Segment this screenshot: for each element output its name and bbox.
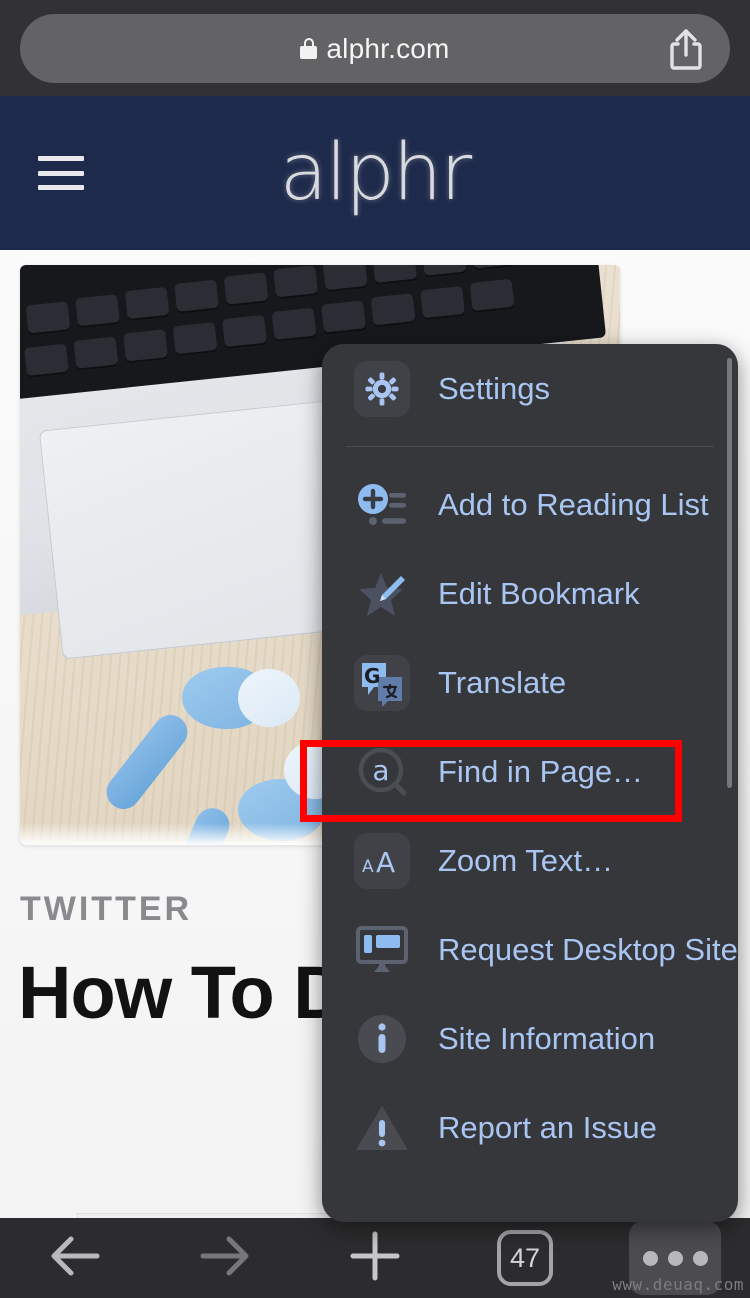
share-icon[interactable] — [666, 27, 706, 71]
desktop-site-icon — [354, 922, 410, 978]
menu-scrollbar[interactable] — [727, 358, 732, 788]
menu-item-zoom-text[interactable]: A A Zoom Text… — [322, 816, 738, 905]
menu-item-settings-label: Settings — [438, 370, 551, 406]
reading-list-add-icon — [354, 477, 410, 533]
article-headline[interactable]: How To D — [18, 950, 347, 1035]
url-display: alphr.com — [300, 33, 449, 65]
menu-item-request-desktop-site[interactable]: Request Desktop Site — [322, 905, 738, 994]
menu-item-site-information[interactable]: Site Information — [322, 994, 738, 1083]
menu-item-site-information-label: Site Information — [438, 1020, 656, 1056]
tabs-button[interactable]: 47 — [450, 1218, 600, 1298]
menu-item-edit-bookmark[interactable]: Edit Bookmark — [322, 549, 738, 638]
menu-divider — [346, 446, 714, 447]
menu-item-find-in-page-label: Find in Page… — [438, 753, 644, 789]
ad-banner[interactable]: Blumble Today's Ca Software mble × i — [78, 1214, 353, 1218]
new-tab-button[interactable] — [300, 1218, 450, 1298]
url-text: alphr.com — [326, 32, 450, 64]
menu-item-translate-label: Translate — [438, 664, 567, 700]
menu-item-request-desktop-site-label: Request Desktop Site — [438, 931, 738, 967]
svg-text:G: G — [364, 664, 380, 688]
translate-icon: G — [354, 654, 410, 711]
svg-text:a: a — [372, 754, 389, 787]
watermark: www.deuaq.com — [612, 1275, 744, 1294]
menu-item-settings[interactable]: Settings — [322, 344, 738, 433]
info-icon — [354, 1011, 410, 1067]
back-arrow-icon — [47, 1233, 103, 1284]
menu-item-zoom-text-label: Zoom Text… — [438, 842, 614, 878]
article-kicker[interactable]: TWITTER — [20, 890, 192, 929]
menu-item-report-an-issue-label: Report an Issue — [438, 1109, 657, 1145]
zoom-text-icon: A A — [354, 832, 410, 889]
gear-icon — [354, 360, 410, 417]
svg-text:A: A — [376, 846, 395, 878]
forward-arrow-icon — [197, 1233, 253, 1284]
back-button[interactable] — [0, 1218, 150, 1298]
forward-button[interactable] — [150, 1218, 300, 1298]
menu-item-translate[interactable]: G Translate — [322, 638, 738, 727]
plus-icon — [348, 1229, 402, 1288]
find-in-page-icon: a — [354, 744, 410, 800]
svg-text:A: A — [362, 857, 374, 877]
warning-icon — [354, 1100, 410, 1156]
menu-item-edit-bookmark-label: Edit Bookmark — [438, 575, 640, 611]
bookmark-edit-icon — [354, 566, 410, 622]
menu-item-add-to-reading-list-label: Add to Reading List — [438, 486, 709, 522]
site-header: alphr — [0, 96, 750, 250]
browser-options-menu: Settings Add to Reading List Edit Bookma… — [322, 344, 738, 1222]
url-input[interactable]: alphr.com — [20, 14, 730, 83]
menu-item-add-to-reading-list[interactable]: Add to Reading List — [322, 460, 738, 549]
site-logo[interactable]: alphr — [0, 134, 750, 212]
browser-bottom-toolbar: 47 www.deuaq.com — [0, 1218, 750, 1298]
browser-url-bar-container: alphr.com — [0, 0, 750, 96]
menu-item-report-an-issue[interactable]: Report an Issue — [322, 1083, 738, 1172]
menu-item-find-in-page[interactable]: a Find in Page… — [322, 727, 738, 816]
tab-count-badge: 47 — [497, 1230, 553, 1286]
lock-icon — [300, 38, 318, 59]
